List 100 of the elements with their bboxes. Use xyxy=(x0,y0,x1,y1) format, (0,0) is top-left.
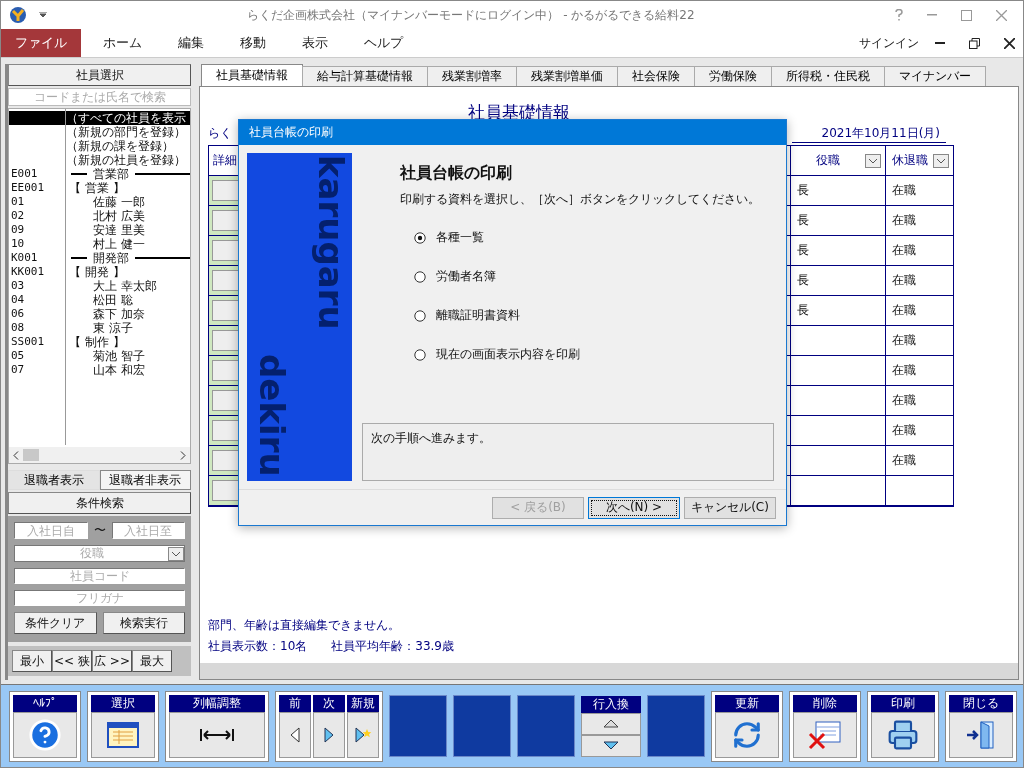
maximize-icon[interactable] xyxy=(961,9,972,21)
help-icon[interactable] xyxy=(895,9,903,21)
detail-button[interactable] xyxy=(212,450,240,471)
down-triangle-icon xyxy=(603,741,620,750)
tool-button[interactable] xyxy=(871,711,935,758)
list-item[interactable]: 02 北村 広美 xyxy=(9,209,190,223)
detail-button[interactable] xyxy=(212,330,240,351)
dialog-button[interactable]: 次へ(N) > xyxy=(588,496,680,519)
condition-search-button[interactable]: 条件検索 xyxy=(8,492,191,514)
scrollbar-thumb[interactable] xyxy=(23,449,39,461)
detail-button[interactable] xyxy=(212,240,240,261)
menu-item[interactable]: 移動 xyxy=(226,29,280,57)
list-item[interactable]: （すべての社員を表示 xyxy=(9,111,190,125)
radio-button[interactable] xyxy=(414,309,426,322)
list-item[interactable]: 06 森下 加奈 xyxy=(9,307,190,321)
option-label[interactable]: 各種一覧 xyxy=(436,229,484,247)
dropdown-arrow-icon[interactable] xyxy=(39,12,47,18)
list-item[interactable]: K001 開発部 xyxy=(9,251,190,265)
tab[interactable]: 残業割増単価 xyxy=(516,66,618,86)
employee-name: 大上 幸太郎 xyxy=(92,279,157,293)
restore-icon[interactable] xyxy=(969,37,980,49)
tab[interactable]: 労働保険 xyxy=(694,66,772,86)
width-button[interactable]: 最大 xyxy=(132,650,172,672)
width-button[interactable]: 広 >> xyxy=(92,650,132,672)
tab[interactable]: 社会保険 xyxy=(617,66,695,86)
hire-date-to-field[interactable]: 入社日至 xyxy=(111,522,185,539)
width-button[interactable]: << 狭 xyxy=(52,650,92,672)
tool-button[interactable] xyxy=(347,711,379,758)
filter-tab[interactable]: 退職者非表示 xyxy=(99,470,191,490)
menu-item[interactable]: 編集 xyxy=(164,29,218,57)
move-up-button[interactable] xyxy=(581,712,641,735)
filter-tab[interactable]: 退職者表示 xyxy=(8,470,100,490)
app-logo-icon[interactable] xyxy=(9,6,27,24)
tool-button[interactable] xyxy=(169,711,265,758)
tab[interactable]: マイナンバー xyxy=(884,66,986,86)
table-cell: 長 xyxy=(797,272,809,289)
dialog-button[interactable]: キャンセル(C) xyxy=(684,496,776,519)
radio-selected[interactable] xyxy=(414,231,426,244)
employee-select-button[interactable]: 社員選択 xyxy=(8,64,191,86)
tool-button[interactable] xyxy=(793,711,857,758)
sign-in-link[interactable]: サインイン xyxy=(859,34,919,52)
tool-button[interactable] xyxy=(279,711,311,758)
tab[interactable]: 社員基礎情報 xyxy=(201,64,303,86)
chevron-right-icon[interactable] xyxy=(180,450,186,460)
search-action-button[interactable]: 検索実行 xyxy=(102,612,185,634)
detail-button[interactable] xyxy=(212,420,240,441)
list-item[interactable]: （新規の社員を登録） xyxy=(9,153,190,167)
search-field[interactable]: コードまたは氏名で検索 xyxy=(8,88,191,106)
tab[interactable]: 所得税・住民税 xyxy=(771,66,885,86)
list-item[interactable]: 07 山本 和宏 xyxy=(9,363,190,377)
radio-button[interactable] xyxy=(414,270,426,283)
detail-button[interactable] xyxy=(212,180,240,201)
tool-button[interactable] xyxy=(91,711,155,758)
detail-button[interactable] xyxy=(212,210,240,231)
column-header[interactable]: 役職 xyxy=(791,146,886,176)
list-action: （新規の部門を登録） xyxy=(65,125,186,139)
furigana-field[interactable]: フリガナ xyxy=(14,590,185,606)
tool-button[interactable] xyxy=(949,711,1013,758)
list-item[interactable]: 05 菊池 智子 xyxy=(9,349,190,363)
table-cell: 在職 xyxy=(892,392,916,409)
hire-date-from-field[interactable]: 入社日自 xyxy=(14,522,88,539)
list-item[interactable]: 01 佐藤 一郎 xyxy=(9,195,190,209)
detail-button[interactable] xyxy=(212,390,240,411)
tool-button[interactable] xyxy=(715,711,779,758)
detail-button[interactable] xyxy=(212,360,240,381)
horizontal-scrollbar[interactable] xyxy=(200,663,1018,679)
tab[interactable]: 給与計算基礎情報 xyxy=(302,66,428,86)
detail-button[interactable] xyxy=(212,480,240,501)
tool-button[interactable] xyxy=(13,711,77,758)
option-label[interactable]: 離職証明書資料 xyxy=(436,307,520,325)
column-header[interactable]: 休退職 xyxy=(886,146,954,176)
list-item[interactable]: （新規の課を登録） xyxy=(9,139,190,153)
menu-item[interactable]: 表示 xyxy=(288,29,342,57)
list-item[interactable]: E001 営業部 xyxy=(9,167,190,181)
menu-item[interactable]: ヘルプ xyxy=(350,29,417,57)
list-item[interactable]: 04 松田 聡 xyxy=(9,293,190,307)
list-item[interactable]: 03 大上 幸太郎 xyxy=(9,279,190,293)
list-item[interactable]: KK001 【 開発 】 xyxy=(9,265,190,279)
employee-code-field[interactable]: 社員コード xyxy=(14,568,185,584)
employee-name: 北村 広美 xyxy=(92,209,145,223)
list-item[interactable]: 08 東 涼子 xyxy=(9,321,190,335)
list-item[interactable]: EE001 【 営業 】 xyxy=(9,181,190,195)
search-action-button[interactable]: 条件クリア xyxy=(14,612,97,634)
chevron-left-icon[interactable] xyxy=(13,450,19,460)
list-item[interactable]: SS001 【 制作 】 xyxy=(9,335,190,349)
width-button[interactable]: 最小 xyxy=(12,650,52,672)
menu-item[interactable]: ファイル xyxy=(1,29,81,57)
option-label[interactable]: 労働者名簿 xyxy=(436,268,496,286)
horizontal-scrollbar[interactable] xyxy=(9,447,190,463)
option-label[interactable]: 現在の画面表示内容を印刷 xyxy=(436,346,580,364)
detail-button[interactable] xyxy=(212,300,240,321)
close-icon[interactable] xyxy=(1004,37,1015,49)
list-item[interactable]: 10 村上 健一 xyxy=(9,237,190,251)
tab[interactable]: 残業割増率 xyxy=(427,66,517,86)
tool-button[interactable] xyxy=(313,711,345,758)
menu-item[interactable]: ホーム xyxy=(89,29,156,57)
radio-button[interactable] xyxy=(414,348,426,361)
detail-button[interactable] xyxy=(212,270,240,291)
list-item[interactable]: （新規の部門を登録） xyxy=(9,125,190,139)
list-item[interactable]: 09 安達 里美 xyxy=(9,223,190,237)
